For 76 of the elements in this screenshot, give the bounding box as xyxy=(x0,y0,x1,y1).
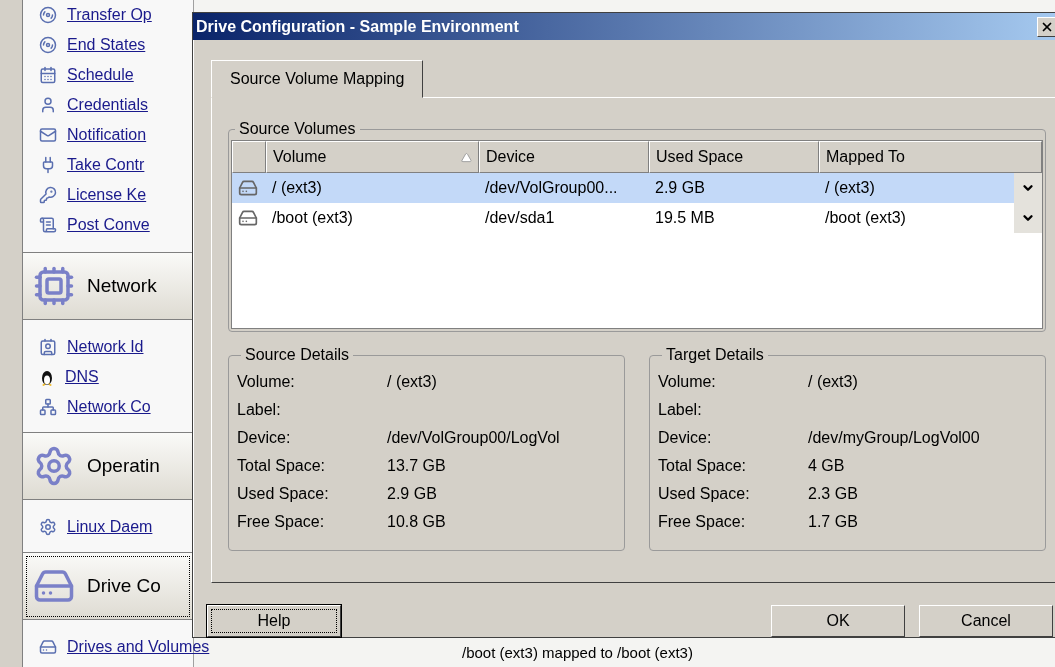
field-label: Free Space: xyxy=(658,513,747,531)
chip-icon xyxy=(33,265,75,307)
calendar-icon xyxy=(39,66,57,84)
gear-icon xyxy=(39,518,57,536)
group-title: Source Details xyxy=(244,346,351,364)
column-header[interactable]: Used Space xyxy=(649,141,819,173)
sidebar-link[interactable]: Network Co xyxy=(67,398,151,416)
field-label: Volume: xyxy=(658,373,717,391)
help-button[interactable]: Help xyxy=(207,605,341,637)
sidebar-link[interactable]: Transfer Op xyxy=(67,6,152,24)
drive-icon xyxy=(238,178,258,198)
table-cell-text: /dev/sda1 xyxy=(484,209,556,227)
sidebar-link[interactable]: Credentials xyxy=(67,96,148,114)
tab[interactable]: Source Volume Mapping xyxy=(211,60,424,98)
dialog-button[interactable]: OK xyxy=(771,605,905,637)
disc-icon xyxy=(39,36,57,54)
key-icon xyxy=(39,186,57,204)
dropdown-button[interactable] xyxy=(1014,173,1042,203)
column-header[interactable]: Volume xyxy=(266,141,479,173)
field-value: 1.7 GB xyxy=(808,513,859,531)
table-cell-text: 2.9 GB xyxy=(654,179,706,197)
column-header[interactable]: Mapped To xyxy=(819,141,1042,173)
penguin-icon xyxy=(39,368,55,386)
table-cell-text: /dev/VolGroup00... xyxy=(484,179,619,197)
sidebar-link[interactable]: Notification xyxy=(67,126,147,144)
sidebar-link[interactable]: Linux Daem xyxy=(67,518,153,536)
sidebar-link[interactable]: License Ke xyxy=(67,186,147,204)
sidebar-link[interactable]: DNS xyxy=(65,368,99,386)
log-line: /boot (ext3) mapped to /boot (ext3) xyxy=(462,644,694,661)
field-value: 2.9 GB xyxy=(387,485,438,503)
field-value: 13.7 GB xyxy=(387,457,447,475)
table-cell-text: 19.5 MB xyxy=(654,209,716,227)
field-value: 2.3 GB xyxy=(808,485,859,503)
field-label: Free Space: xyxy=(237,513,326,531)
table-cell-text: /boot (ext3) xyxy=(824,209,907,227)
field-label: Total Space: xyxy=(658,457,748,475)
field-value: /dev/myGroup/LogVol00 xyxy=(808,429,981,447)
group-title: Source Volumes xyxy=(238,120,357,138)
sidebar-link[interactable]: Take Contr xyxy=(67,156,145,174)
sidebar-link[interactable]: Drives and Volumes xyxy=(67,638,210,656)
user-icon xyxy=(39,96,57,114)
field-value: / (ext3) xyxy=(808,373,859,391)
disc-icon xyxy=(39,6,57,24)
dialog-button[interactable]: Cancel xyxy=(919,605,1053,637)
field-value: 4 GB xyxy=(808,457,846,475)
window-title: Drive Configuration - Sample Environment xyxy=(196,17,519,36)
sidebar-link[interactable]: End States xyxy=(67,36,146,54)
table-row[interactable]: / (ext3) /dev/VolGroup00... 2.9 GB / (ext3) xyxy=(232,173,1042,203)
field-label: Label: xyxy=(658,401,703,419)
envelope-icon xyxy=(39,126,57,144)
field-value: / (ext3) xyxy=(387,373,438,391)
sidebar-link[interactable]: Post Conve xyxy=(67,216,150,234)
field-label: Device: xyxy=(237,429,292,447)
field-label: Volume: xyxy=(237,373,296,391)
column-header[interactable]: Device xyxy=(479,141,649,173)
table-cell-text: / (ext3) xyxy=(824,179,876,197)
dropdown-button[interactable] xyxy=(1014,203,1042,233)
close-button[interactable] xyxy=(1037,16,1055,37)
sidebar-link[interactable]: Schedule xyxy=(67,66,134,84)
field-label: Used Space: xyxy=(237,485,330,503)
network-icon xyxy=(39,398,57,416)
field-label: Device: xyxy=(658,429,713,447)
scroll-icon xyxy=(39,216,57,234)
table-cell-text: /boot (ext3) xyxy=(271,209,354,227)
field-label: Total Space: xyxy=(237,457,327,475)
field-value: 10.8 GB xyxy=(387,513,447,531)
field-label: Used Space: xyxy=(658,485,751,503)
field-value: /dev/VolGroup00/LogVol xyxy=(387,429,561,447)
section-header[interactable]: Drive Co xyxy=(23,553,193,620)
group-title: Target Details xyxy=(665,346,765,364)
sidebar-link[interactable]: Network Id xyxy=(67,338,144,356)
id-card-icon xyxy=(39,338,57,356)
table-cell-text: / (ext3) xyxy=(271,179,323,197)
field-label: Label: xyxy=(237,401,282,419)
drive-icon xyxy=(39,638,57,656)
drive-icon xyxy=(238,208,258,228)
